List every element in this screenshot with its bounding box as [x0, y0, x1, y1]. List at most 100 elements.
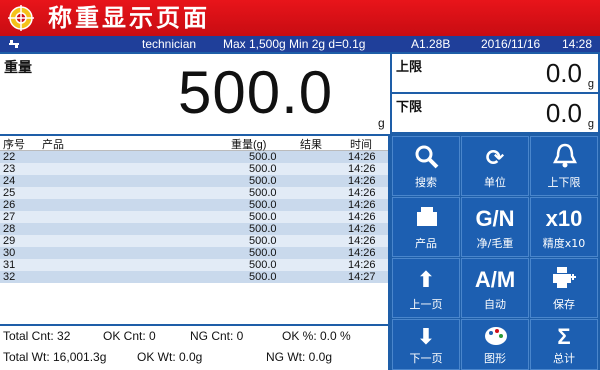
cell-time: 14:26 — [348, 151, 376, 163]
ng-count: NG Cnt: 0 — [190, 329, 244, 343]
product-button[interactable]: 产品 — [392, 197, 460, 257]
table-row[interactable]: 30 500.0 14:26 — [0, 247, 388, 259]
status-bar: technician Max 1,500g Min 2g d=0.1g A1.2… — [0, 36, 600, 52]
lower-limit-panel[interactable]: 下限 0.0 g — [392, 94, 598, 132]
table-row[interactable]: 32 500.0 14:27 — [0, 271, 388, 283]
total-button[interactable]: Σ 总计 — [530, 319, 598, 370]
upper-limit-value: 0.0 — [545, 58, 582, 88]
cell-seq: 32 — [3, 271, 16, 283]
totals-panel: Total Cnt: 32 OK Cnt: 0 NG Cnt: 0 OK %: … — [0, 326, 388, 370]
cell-time: 14:26 — [348, 211, 376, 223]
date: 2016/11/16 — [481, 37, 541, 51]
search-button[interactable]: 搜索 — [392, 136, 460, 196]
gross-net-button[interactable]: G/N 净/毛重 — [461, 197, 529, 257]
cell-weight: 500.0 — [249, 163, 277, 175]
weight-display: 重量 500.0 g — [0, 54, 390, 134]
cell-time: 14:26 — [348, 223, 376, 235]
lower-limit-unit: g — [587, 118, 594, 130]
table-row[interactable]: 26 500.0 14:26 — [0, 199, 388, 211]
arrow-down-icon: ⬇ — [416, 324, 436, 349]
title-bar: 称重显示页面 — [0, 0, 600, 36]
user-name: technician — [142, 37, 197, 51]
cell-time: 14:26 — [348, 199, 376, 211]
cell-seq: 24 — [3, 175, 16, 187]
cell-seq: 23 — [3, 163, 16, 175]
cell-seq: 29 — [3, 235, 16, 247]
cell-weight: 500.0 — [249, 211, 277, 223]
total-count: Total Cnt: 32 — [3, 329, 71, 343]
usb-icon — [9, 40, 19, 48]
upper-limit-unit: g — [587, 78, 594, 90]
bell-icon — [553, 143, 577, 168]
table-row[interactable]: 23 500.0 14:26 — [0, 163, 388, 175]
table-row[interactable]: 28 500.0 14:26 — [0, 223, 388, 235]
cell-seq: 26 — [3, 199, 16, 211]
cell-time: 14:26 — [348, 163, 376, 175]
cell-weight: 500.0 — [249, 223, 277, 235]
cell-time: 14:26 — [348, 235, 376, 247]
cell-weight: 500.0 — [249, 151, 277, 163]
cell-seq: 22 — [3, 151, 16, 163]
gross-net-label: 净/毛重 — [476, 237, 514, 250]
total-label: 总计 — [553, 352, 575, 365]
cell-seq: 28 — [3, 223, 16, 235]
cell-time: 14:26 — [348, 259, 376, 271]
ok-percent: OK %: 0.0 % — [282, 329, 351, 343]
cell-seq: 30 — [3, 247, 16, 259]
printer-save-icon — [553, 267, 576, 288]
table-row[interactable]: 31 500.0 14:26 — [0, 259, 388, 271]
cell-weight: 500.0 — [249, 175, 277, 187]
cell-seq: 27 — [3, 211, 16, 223]
limits-label: 上下限 — [547, 176, 581, 189]
crosshair-logo-icon — [8, 5, 34, 31]
page-down-button[interactable]: ⬇ 下一页 — [392, 319, 460, 370]
limits-button[interactable]: 上下限 — [530, 136, 598, 196]
page-down-label: 下一页 — [409, 352, 443, 365]
page-up-label: 上一页 — [409, 298, 443, 311]
x10-text: x10 — [545, 206, 583, 231]
capacity-info: Max 1,500g Min 2g d=0.1g — [223, 37, 366, 51]
precision-label: 精度x10 — [542, 237, 586, 250]
ok-weight: OK Wt: 0.0g — [137, 350, 203, 364]
gn-text: G/N — [475, 206, 515, 231]
page-title: 称重显示页面 — [48, 4, 210, 32]
palette-icon — [485, 327, 507, 345]
cell-weight: 500.0 — [249, 187, 277, 199]
weight-value: 500.0 — [178, 59, 334, 126]
table-row[interactable]: 29 500.0 14:26 — [0, 235, 388, 247]
cell-seq: 25 — [3, 187, 16, 199]
graph-button[interactable]: 图形 — [461, 319, 529, 370]
cell-seq: 31 — [3, 259, 16, 271]
records-table[interactable]: 序号 产品 重量(g) 结果 时间 22 500.0 14:26 23 500.0 14:… — [0, 136, 388, 324]
cell-time: 14:26 — [348, 175, 376, 187]
graph-label: 图形 — [484, 352, 506, 365]
version: A1.28B — [411, 37, 451, 51]
auto-manual-button[interactable]: A/M 自动 — [461, 258, 529, 318]
cell-weight: 500.0 — [249, 259, 277, 271]
cell-weight: 500.0 — [249, 271, 277, 283]
unit-button[interactable]: ⟳ 单位 — [461, 136, 529, 196]
table-header: 序号 产品 重量(g) 结果 时间 — [0, 136, 388, 151]
upper-limit-label: 上限 — [396, 59, 423, 74]
ng-weight: NG Wt: 0.0g — [266, 350, 333, 364]
page-up-button[interactable]: ⬆ 上一页 — [392, 258, 460, 318]
arrow-up-icon: ⬆ — [416, 267, 436, 292]
table-row[interactable]: 27 500.0 14:26 — [0, 211, 388, 223]
ok-count: OK Cnt: 0 — [103, 329, 156, 343]
table-row[interactable]: 24 500.0 14:26 — [0, 175, 388, 187]
weight-unit: g — [378, 116, 385, 130]
magnifier-icon — [415, 145, 439, 169]
save-button[interactable]: 保存 — [530, 258, 598, 318]
table-body: 22 500.0 14:26 23 500.0 14:26 24 500.0 14:26 25 50… — [0, 151, 388, 283]
header-result: 结果 — [300, 139, 322, 151]
cell-weight: 500.0 — [249, 235, 277, 247]
precision-x10-button[interactable]: x10 精度x10 — [530, 197, 598, 257]
cell-time: 14:27 — [348, 271, 376, 283]
table-row[interactable]: 22 500.0 14:26 — [0, 151, 388, 163]
table-row[interactable]: 25 500.0 14:26 — [0, 187, 388, 199]
cell-time: 14:26 — [348, 247, 376, 259]
lower-limit-value: 0.0 — [545, 98, 582, 128]
upper-limit-panel[interactable]: 上限 0.0 g — [392, 54, 598, 92]
header-seq: 序号 — [3, 139, 25, 151]
cell-weight: 500.0 — [249, 199, 277, 211]
